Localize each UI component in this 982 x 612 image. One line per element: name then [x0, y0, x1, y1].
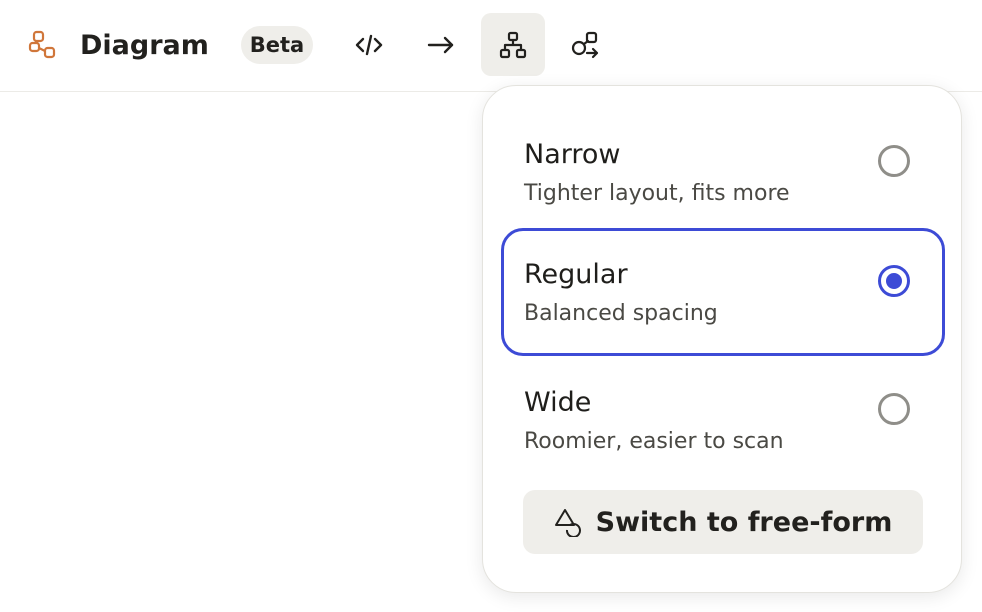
- arrow-right-icon: [427, 36, 454, 53]
- spacing-dropdown: Narrow Tighter layout, fits more Regular…: [482, 85, 962, 593]
- beta-badge: Beta: [241, 26, 313, 64]
- connect-shapes-button[interactable]: [553, 13, 617, 76]
- page: Diagram Beta Narrow Tighter layout, fits…: [0, 0, 982, 612]
- hierarchy-layout-icon: [499, 31, 527, 58]
- app-title: Diagram: [80, 30, 209, 61]
- option-regular[interactable]: Regular Balanced spacing: [501, 228, 945, 356]
- shapes-connect-icon: [571, 31, 599, 58]
- layout-spacing-button[interactable]: [481, 13, 545, 76]
- option-title: Narrow: [524, 139, 621, 170]
- option-title: Wide: [524, 387, 592, 418]
- radio-regular[interactable]: [878, 265, 910, 297]
- option-wide[interactable]: Wide Roomier, easier to scan: [501, 356, 945, 484]
- switch-to-freeform-button[interactable]: Switch to free-form: [523, 490, 923, 554]
- toolbar: Diagram Beta: [0, 0, 982, 92]
- radio-selected-dot: [886, 273, 902, 289]
- radio-wide[interactable]: [878, 393, 910, 425]
- radio-narrow[interactable]: [878, 145, 910, 177]
- shapes-icon: [554, 509, 581, 537]
- option-description: Roomier, easier to scan: [524, 429, 784, 454]
- diagram-nodes-icon: [28, 30, 58, 60]
- option-title: Regular: [524, 259, 628, 290]
- option-description: Tighter layout, fits more: [524, 181, 790, 206]
- code-view-button[interactable]: [337, 13, 401, 76]
- switch-button-label: Switch to free-form: [595, 506, 893, 538]
- flow-direction-button[interactable]: [409, 13, 473, 76]
- code-icon: [355, 34, 383, 55]
- option-description: Balanced spacing: [524, 301, 718, 326]
- option-narrow[interactable]: Narrow Tighter layout, fits more: [501, 108, 945, 236]
